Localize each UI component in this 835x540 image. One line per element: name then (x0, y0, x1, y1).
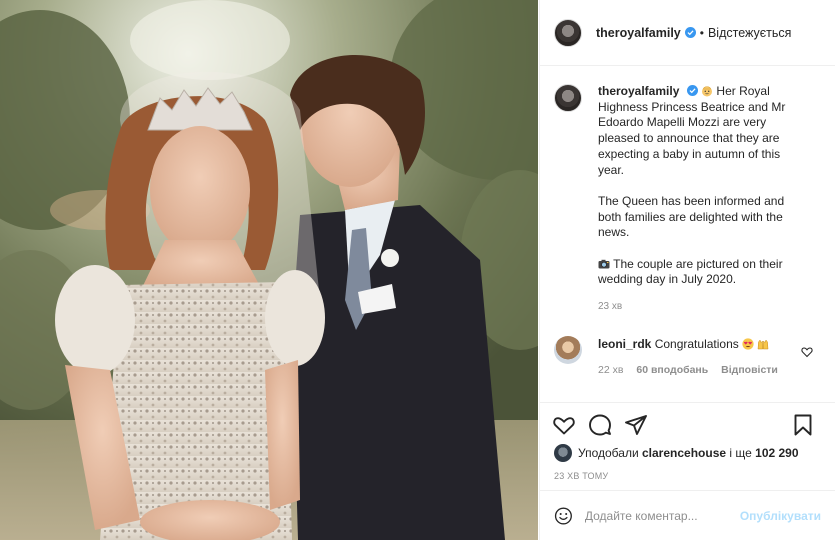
comment-input[interactable] (584, 508, 740, 523)
emoji-icon[interactable] (554, 504, 573, 528)
heart-icon[interactable] (552, 413, 576, 437)
post-caption: theroyalfamily Her Royal Highness Prince… (554, 84, 821, 288)
verified-icon (684, 27, 696, 38)
comment-like-heart-icon[interactable] (801, 346, 813, 358)
author-avatar[interactable] (554, 18, 582, 47)
comment-likes[interactable]: 60 вподобань (636, 364, 708, 376)
caption-avatar[interactable] (554, 84, 582, 112)
comment-body: leoni_rdk Congratulations 22 хв 60 вподо… (598, 336, 788, 376)
likes-prefix: Уподобали (578, 446, 639, 460)
caption-paragraph-2: The Queen has been informed and both fam… (598, 193, 785, 240)
action-bar (540, 403, 835, 447)
comment-item: leoni_rdk Congratulations 22 хв 60 вподо… (554, 336, 821, 376)
reply-button[interactable]: Відповісти (721, 364, 778, 376)
verified-icon (686, 85, 698, 96)
caption-text: theroyalfamily Her Royal Highness Prince… (598, 84, 808, 288)
caption-paragraph-3: The couple are pictured on their wedding… (598, 256, 783, 287)
publish-button[interactable]: Опублікувати (740, 509, 821, 523)
commenter-avatar[interactable] (554, 336, 582, 365)
baby-emoji-icon (702, 86, 713, 97)
likes-count[interactable]: 102 290 (755, 446, 798, 460)
header-separator: • (699, 25, 704, 40)
comment-message: Congratulations (654, 337, 739, 352)
likes-middle: і ще (729, 446, 752, 460)
likes-summary: Уподобали clarencehouse і ще 102 290 (540, 444, 835, 462)
comments-list[interactable]: theroyalfamily Her Royal Highness Prince… (540, 66, 835, 402)
following-button[interactable]: Відстежується (708, 26, 791, 40)
post-photo[interactable] (0, 0, 538, 540)
camera-emoji-icon (598, 259, 610, 269)
add-comment-bar: Опублікувати (540, 490, 835, 540)
comment-time[interactable]: 22 хв (598, 364, 623, 376)
comment-meta: 22 хв 60 вподобань Відповісти (598, 364, 788, 376)
heart-eyes-emoji-icon (742, 338, 754, 350)
caption-paragraph-3-wrap: The couple are pictured on their wedding… (598, 257, 808, 288)
post-actions-section: Уподобали clarencehouse і ще 102 290 23 … (540, 402, 835, 481)
comment-text: leoni_rdk Congratulations (598, 336, 788, 352)
author-username[interactable]: theroyalfamily (596, 26, 681, 40)
liker-username[interactable]: clarencehouse (642, 446, 726, 460)
bookmark-icon[interactable] (791, 413, 815, 437)
post-header: theroyalfamily • Відстежується (540, 0, 835, 66)
caption-username[interactable]: theroyalfamily (598, 84, 679, 98)
comment-icon[interactable] (588, 413, 612, 437)
post-timestamp[interactable]: 23 ХВ ТОМУ (540, 461, 835, 481)
post-side-panel: theroyalfamily • Відстежується theroyalf… (539, 0, 835, 540)
raised-hands-emoji-icon (758, 339, 769, 350)
caption-time[interactable]: 23 хв (598, 301, 821, 312)
commenter-username[interactable]: leoni_rdk (598, 337, 651, 351)
share-icon[interactable] (624, 413, 648, 437)
